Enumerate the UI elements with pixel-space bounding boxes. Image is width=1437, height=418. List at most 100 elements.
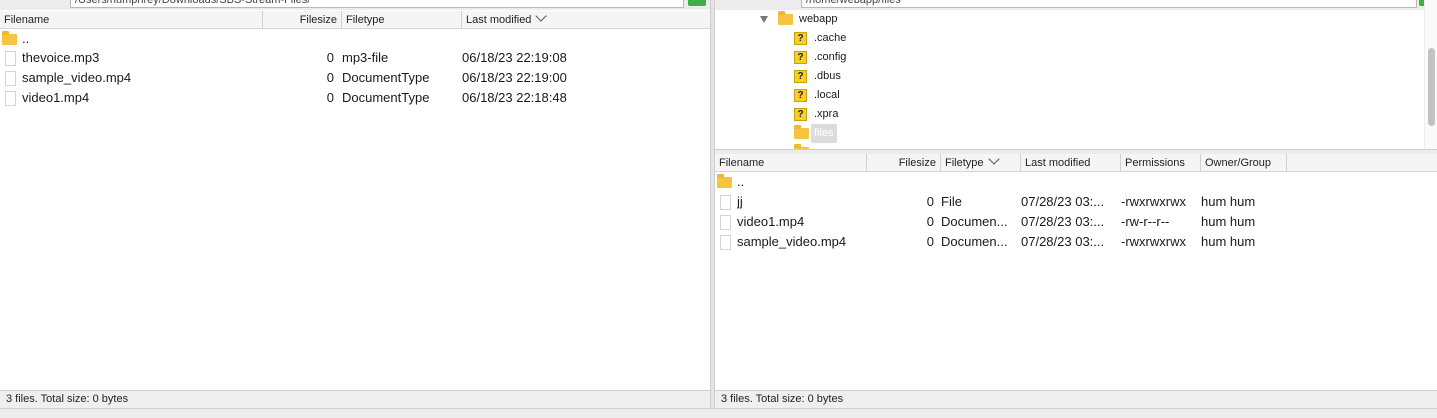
remote-path-input[interactable]: /home/webapp/files — [801, 0, 1417, 8]
local-parent-row[interactable]: .. — [0, 29, 710, 49]
file-icon — [5, 91, 16, 106]
question-mark-icon: ? — [794, 70, 807, 83]
local-file-row[interactable]: thevoice.mp3 0 mp3-file 06/18/23 22:19:0… — [0, 48, 710, 68]
local-status-bar: 3 files. Total size: 0 bytes — [0, 390, 710, 408]
remote-path-bar: /home/webapp/files — [715, 0, 1437, 10]
tree-item-label: .config — [814, 51, 847, 63]
remote-status-bar: 3 files. Total size: 0 bytes — [715, 390, 1437, 408]
tree-scrollbar-thumb[interactable] — [1428, 48, 1435, 126]
remote-file-owner: hum hum — [1201, 234, 1256, 249]
remote-col-filetype[interactable]: Filetype — [941, 154, 1021, 172]
remote-parent-row[interactable]: .. — [715, 172, 1437, 192]
remote-file-type: Documen... — [941, 214, 1008, 229]
chevron-down-icon — [987, 154, 1000, 165]
local-file-size: 0 — [326, 90, 334, 105]
tree-item-config[interactable]: ? .config — [715, 48, 1415, 67]
folder-icon — [717, 174, 732, 188]
tree-item-label: .local — [814, 89, 840, 101]
local-file-modified: 06/18/23 22:18:48 — [462, 90, 567, 105]
folder-icon — [794, 125, 809, 139]
local-file-name: sample_video.mp4 — [22, 70, 132, 85]
local-parent-label: .. — [22, 31, 30, 46]
local-file-size: 0 — [326, 50, 334, 65]
local-file-name: video1.mp4 — [22, 90, 90, 105]
disclosure-triangle-icon[interactable] — [760, 16, 768, 23]
remote-col-owner-group[interactable]: Owner/Group — [1201, 154, 1287, 172]
question-mark-icon: ? — [794, 51, 807, 64]
remote-parent-label: .. — [737, 174, 745, 189]
local-path-input[interactable]: /Users/humphrey/Downloads/SBS-Stream-Fil… — [70, 0, 684, 8]
remote-file-permissions: -rwxrwxrwx — [1121, 194, 1186, 209]
remote-column-header: Filename Filesize Filetype Last modified… — [715, 154, 1437, 172]
remote-file-list: Filename Filesize Filetype Last modified… — [715, 154, 1437, 408]
app-window: /Users/humphrey/Downloads/SBS-Stream-Fil… — [0, 0, 1437, 418]
remote-col-filetype-label: Filetype — [945, 157, 984, 169]
remote-file-modified: 07/28/23 03:... — [1021, 234, 1105, 249]
tree-item-label: .dbus — [814, 70, 841, 82]
remote-file-row[interactable]: jj 0 File 07/28/23 03:... -rwxrwxrwx hum… — [715, 192, 1437, 212]
remote-pane: /home/webapp/files webapp ? .cache ? .co… — [715, 0, 1437, 408]
question-mark-icon: ? — [794, 32, 807, 45]
tree-item-xpra[interactable]: ? .xpra — [715, 105, 1415, 124]
remote-file-owner: hum hum — [1201, 194, 1256, 209]
file-icon — [720, 235, 731, 250]
tree-item-dbus[interactable]: ? .dbus — [715, 67, 1415, 86]
remote-file-size: 0 — [926, 214, 934, 229]
tree-scrollbar[interactable] — [1424, 0, 1437, 149]
remote-file-permissions: -rwxrwxrwx — [1121, 234, 1186, 249]
remote-file-type: Documen... — [941, 234, 1008, 249]
local-file-name: thevoice.mp3 — [22, 50, 100, 65]
question-mark-icon: ? — [794, 89, 807, 102]
folder-icon — [2, 31, 17, 45]
local-col-filetype[interactable]: Filetype — [342, 11, 462, 29]
local-file-type: mp3-file — [342, 50, 389, 65]
local-file-row[interactable]: sample_video.mp4 0 DocumentType 06/18/23… — [0, 68, 710, 88]
remote-directory-tree: /home/webapp/files webapp ? .cache ? .co… — [715, 0, 1437, 150]
local-path-bar: /Users/humphrey/Downloads/SBS-Stream-Fil… — [0, 0, 710, 10]
file-icon — [720, 195, 731, 210]
tree-item-local[interactable]: ? .local — [715, 86, 1415, 105]
remote-col-last-modified[interactable]: Last modified — [1021, 154, 1121, 172]
local-col-filename[interactable]: Filename — [0, 11, 263, 29]
remote-file-row[interactable]: video1.mp4 0 Documen... 07/28/23 03:... … — [715, 212, 1437, 232]
file-icon — [5, 71, 16, 86]
remote-file-name: video1.mp4 — [737, 214, 805, 229]
remote-col-permissions[interactable]: Permissions — [1121, 154, 1201, 172]
file-icon — [720, 215, 731, 230]
file-icon — [5, 51, 16, 66]
remote-file-size: 0 — [926, 194, 934, 209]
local-path-go-button[interactable] — [688, 0, 706, 6]
tree-item-label: .cache — [814, 32, 847, 44]
local-file-type: DocumentType — [342, 90, 430, 105]
remote-file-name: jj — [737, 194, 743, 209]
local-column-header: Filename Filesize Filetype Last modified — [0, 11, 710, 29]
remote-file-size: 0 — [926, 234, 934, 249]
remote-col-filesize[interactable]: Filesize — [867, 154, 941, 172]
remote-file-modified: 07/28/23 03:... — [1021, 194, 1105, 209]
tree-item-files[interactable]: files — [715, 124, 1415, 143]
folder-icon — [778, 11, 793, 25]
local-file-row[interactable]: video1.mp4 0 DocumentType 06/18/23 22:18… — [0, 88, 710, 108]
local-file-type: DocumentType — [342, 70, 430, 85]
local-pane: /Users/humphrey/Downloads/SBS-Stream-Fil… — [0, 0, 710, 408]
tree-item-cache[interactable]: ? .cache — [715, 29, 1415, 48]
local-file-size: 0 — [326, 70, 334, 85]
local-col-last-modified[interactable]: Last modified — [462, 11, 602, 29]
remote-file-type: File — [941, 194, 962, 209]
question-mark-icon: ? — [794, 108, 807, 121]
local-file-modified: 06/18/23 22:19:00 — [462, 70, 567, 85]
local-col-filesize[interactable]: Filesize — [263, 11, 342, 29]
tree-item-label: files — [811, 124, 837, 143]
remote-file-row[interactable]: sample_video.mp4 0 Documen... 07/28/23 0… — [715, 232, 1437, 252]
local-col-last-modified-label: Last modified — [466, 14, 532, 26]
tree-item-label: webapp — [799, 13, 838, 25]
remote-col-filename[interactable]: Filename — [715, 154, 867, 172]
tree-item-label: .xpra — [814, 108, 839, 120]
folder-icon — [794, 144, 809, 149]
remote-file-permissions: -rw-r--r-- — [1121, 214, 1170, 229]
chevron-down-icon — [535, 11, 548, 22]
remote-file-modified: 07/28/23 03:... — [1021, 214, 1105, 229]
tree-item-webapp[interactable]: webapp — [715, 10, 1415, 29]
remote-file-owner: hum hum — [1201, 214, 1256, 229]
bottom-strip — [0, 408, 1437, 418]
